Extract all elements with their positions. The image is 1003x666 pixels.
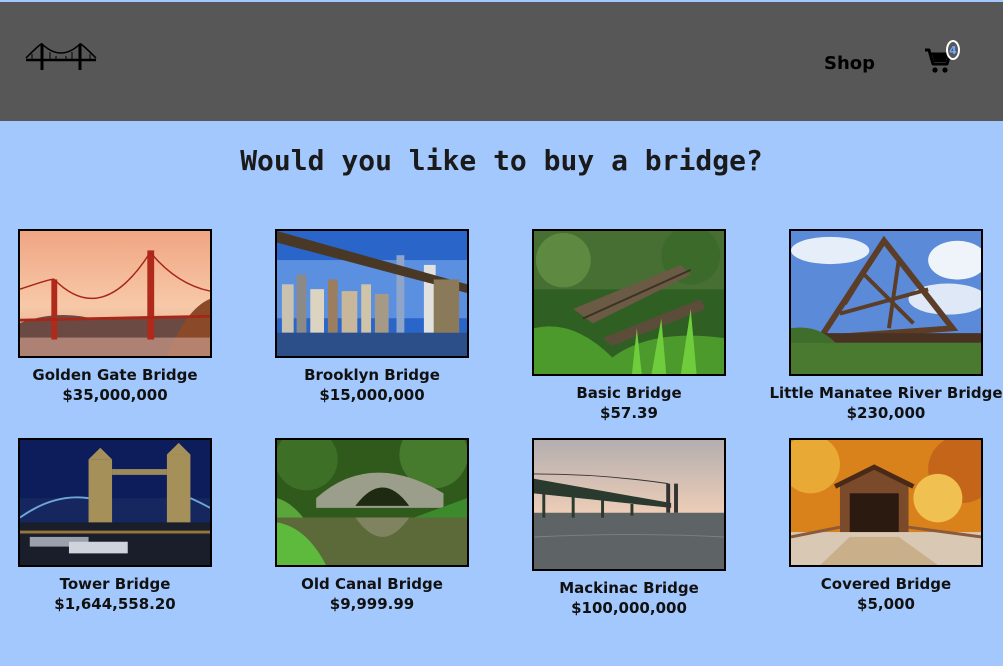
product-card-old-canal[interactable]: Old Canal Bridge $9,999.99	[252, 438, 492, 614]
product-name: Old Canal Bridge	[301, 575, 443, 593]
cart-button[interactable]: 4	[924, 40, 964, 74]
product-image[interactable]	[789, 438, 983, 567]
product-name: Brooklyn Bridge	[304, 366, 440, 384]
product-price: $57.39	[600, 404, 658, 422]
product-name: Tower Bridge	[59, 575, 171, 593]
product-image[interactable]	[275, 229, 469, 358]
product-price: $100,000,000	[571, 599, 687, 617]
cart-count-badge: 4	[946, 40, 960, 60]
product-price: $35,000,000	[62, 386, 168, 404]
product-card-mackinac[interactable]: Mackinac Bridge $100,000,000	[509, 438, 749, 618]
product-card-little-manatee[interactable]: Little Manatee River Bridge $230,000	[766, 229, 1003, 423]
site-header: Shop 4	[0, 2, 1003, 121]
product-name: Little Manatee River Bridge	[769, 384, 1003, 402]
product-image[interactable]	[275, 438, 469, 567]
product-image[interactable]	[532, 229, 726, 376]
bridge-logo-icon[interactable]	[24, 38, 98, 72]
product-image[interactable]	[532, 438, 726, 571]
product-image[interactable]	[18, 438, 212, 567]
page-title: Would you like to buy a bridge?	[240, 144, 763, 177]
product-name: Golden Gate Bridge	[32, 366, 198, 384]
product-price: $230,000	[846, 404, 926, 422]
product-name: Covered Bridge	[820, 575, 952, 593]
product-price: $9,999.99	[329, 595, 415, 613]
nav-shop-link[interactable]: Shop	[824, 53, 875, 74]
product-card-covered[interactable]: Covered Bridge $5,000	[766, 438, 1003, 614]
product-card-basic[interactable]: Basic Bridge $57.39	[509, 229, 749, 423]
product-card-tower[interactable]: Tower Bridge $1,644,558.20	[0, 438, 235, 614]
product-image[interactable]	[18, 229, 212, 358]
product-image[interactable]	[789, 229, 983, 376]
product-name: Mackinac Bridge	[559, 579, 699, 597]
product-price: $1,644,558.20	[54, 595, 176, 613]
product-card-golden-gate[interactable]: Golden Gate Bridge $35,000,000	[0, 229, 235, 405]
product-price: $5,000	[857, 595, 915, 613]
product-price: $15,000,000	[319, 386, 425, 404]
product-card-brooklyn[interactable]: Brooklyn Bridge $15,000,000	[252, 229, 492, 405]
product-name: Basic Bridge	[576, 384, 682, 402]
